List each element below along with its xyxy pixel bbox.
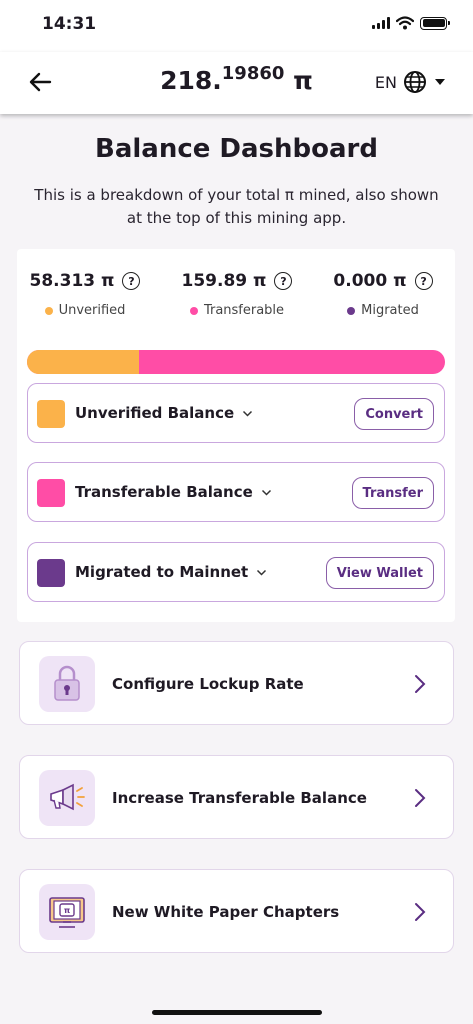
stat-label: Migrated: [361, 303, 419, 318]
globe-icon: [404, 71, 426, 93]
chevron-right-icon: [415, 903, 426, 921]
unverified-balance-row[interactable]: Unverified Balance Convert: [27, 383, 445, 443]
transferable-balance-row[interactable]: Transferable Balance Transfer: [27, 462, 445, 522]
transferable-swatch: [37, 479, 65, 507]
whitepaper-icon: π: [39, 884, 95, 940]
stat-migrated: 0.000 π? Migrated: [313, 271, 453, 318]
migrated-balance-row[interactable]: Migrated to Mainnet View Wallet: [27, 542, 445, 602]
configure-lockup-card[interactable]: Configure Lockup Rate: [19, 641, 454, 725]
wifi-icon: [396, 16, 414, 30]
language-code: EN: [374, 72, 397, 92]
balance-integer: 218.: [160, 66, 222, 95]
migrated-dot: [347, 306, 356, 315]
row-label: Migrated to Mainnet: [75, 563, 249, 581]
stat-label: Unverified: [58, 303, 126, 318]
chevron-right-icon: [415, 789, 426, 807]
status-icons: [372, 16, 450, 30]
stat-label: Transferable: [203, 303, 285, 318]
balance-progress-bar: [27, 350, 445, 374]
chevron-down-icon[interactable]: [242, 408, 253, 419]
status-bar: 14:31: [0, 0, 473, 52]
row-label: Transferable Balance: [75, 483, 253, 501]
unverified-swatch: [37, 400, 65, 428]
convert-button[interactable]: Convert: [354, 398, 434, 430]
battery-icon: [420, 16, 450, 30]
transferable-dot: [189, 306, 198, 315]
dropdown-caret-icon: [435, 79, 445, 85]
pi-symbol: π: [293, 66, 313, 95]
row-label: Unverified Balance: [75, 404, 235, 422]
status-time: 14:31: [42, 14, 97, 34]
stat-value: 0.000 π: [333, 271, 407, 291]
stat-transferable: 159.89 π? Transferable: [167, 271, 307, 318]
stat-unverified: 58.313 π? Unverified: [15, 271, 155, 318]
card-label: Configure Lockup Rate: [112, 675, 304, 693]
increase-transferable-card[interactable]: Increase Transferable Balance: [19, 755, 454, 839]
help-icon[interactable]: ?: [414, 272, 433, 290]
progress-unverified-segment: [27, 350, 140, 374]
home-indicator[interactable]: [152, 1010, 322, 1015]
chevron-down-icon[interactable]: [261, 487, 272, 498]
migrated-swatch: [37, 559, 65, 587]
megaphone-icon: [39, 770, 95, 826]
svg-text:π: π: [64, 906, 70, 915]
transfer-button[interactable]: Transfer: [351, 477, 434, 509]
help-icon[interactable]: ?: [274, 272, 293, 290]
view-wallet-button[interactable]: View Wallet: [325, 557, 434, 589]
chevron-right-icon: [415, 675, 426, 693]
stat-value: 159.89 π: [181, 271, 267, 291]
lock-icon: [39, 656, 95, 712]
card-label: Increase Transferable Balance: [112, 789, 367, 807]
stat-value: 58.313 π: [29, 271, 115, 291]
balance-decimal: 19860: [221, 63, 285, 84]
white-paper-card[interactable]: π New White Paper Chapters: [19, 869, 454, 953]
balance-panel: 58.313 π? Unverified 159.89 π? Transfera…: [17, 249, 455, 622]
help-icon[interactable]: ?: [122, 272, 141, 290]
signal-icon: [372, 17, 390, 29]
page-title: Balance Dashboard: [95, 134, 378, 164]
language-selector[interactable]: EN: [375, 70, 447, 94]
chevron-down-icon[interactable]: [256, 567, 267, 578]
app-header: 218.19860 π EN: [0, 52, 473, 114]
unverified-dot: [44, 306, 53, 315]
page-description: This is a breakdown of your total π mine…: [34, 186, 439, 227]
card-label: New White Paper Chapters: [112, 903, 340, 921]
